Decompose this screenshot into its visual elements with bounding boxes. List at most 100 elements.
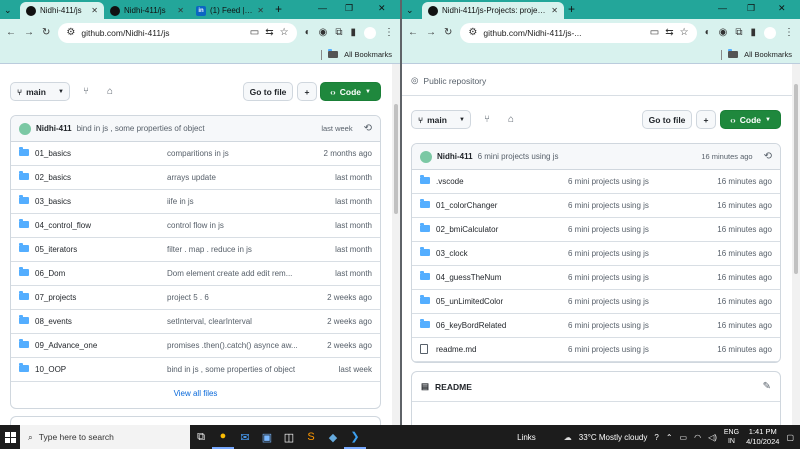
- tags-icon[interactable]: ⌂: [508, 114, 514, 125]
- clock[interactable]: 1:41 PM 4/10/2024: [746, 427, 779, 447]
- file-row[interactable]: 04_guessTheNum 6 mini projects using js 16…: [412, 266, 780, 290]
- scroll-thumb[interactable]: [394, 104, 398, 214]
- close-window-icon[interactable]: ✕: [778, 3, 786, 14]
- side-panel-icon[interactable]: ▮: [350, 27, 356, 38]
- commit-message-link[interactable]: promises .then().catch() asynce aw...: [167, 341, 302, 350]
- extension-icon-2[interactable]: ◉: [719, 27, 728, 38]
- commit-message-link[interactable]: setInterval, clearInterval: [167, 317, 302, 326]
- all-bookmarks[interactable]: All Bookmarks: [344, 50, 392, 59]
- view-all-files-link[interactable]: View all files: [11, 382, 380, 404]
- minimize-icon[interactable]: —: [718, 3, 727, 13]
- close-tab-icon[interactable]: ✕: [177, 6, 184, 15]
- file-row[interactable]: 06_keyBordRelated 6 mini projects using j…: [412, 314, 780, 338]
- bookmark-star-icon[interactable]: ☆: [280, 27, 289, 38]
- close-tab-icon[interactable]: ✕: [551, 6, 558, 15]
- links-toolbar[interactable]: Links: [517, 433, 536, 442]
- history-icon[interactable]: ⟲: [764, 151, 772, 162]
- address-bar[interactable]: ⚙ github.com/Nidhi-411/js-... ▭ ⇆ ☆: [460, 22, 697, 43]
- branches-icon[interactable]: ⑂: [484, 114, 490, 125]
- all-bookmarks[interactable]: All Bookmarks: [744, 50, 792, 59]
- close-tab-icon[interactable]: ✕: [257, 6, 264, 15]
- tab-github-js-projects[interactable]: Nidhi-411/js-Projects: projects ✕: [422, 2, 564, 19]
- extension-icon[interactable]: ◐: [705, 27, 711, 38]
- file-name-link[interactable]: 01_basics: [35, 149, 167, 158]
- file-row[interactable]: 02_bmiCalculator 6 mini projects using js…: [412, 218, 780, 242]
- mail-icon[interactable]: ✉: [234, 425, 256, 449]
- file-name-link[interactable]: 07_projects: [35, 293, 167, 302]
- file-name-link[interactable]: 08_events: [35, 317, 167, 326]
- file-name-link[interactable]: 04_guessTheNum: [436, 273, 568, 282]
- file-row[interactable]: 01_colorChanger 6 mini projects using js 1…: [412, 194, 780, 218]
- commit-message-link[interactable]: project 5 . 6: [167, 293, 302, 302]
- file-name-link[interactable]: 05_unLimitedColor: [436, 297, 568, 306]
- tab-github-js[interactable]: Nidhi-411/js ✕: [20, 2, 104, 19]
- extension-icon-2[interactable]: ◉: [319, 27, 328, 38]
- new-tab-button[interactable]: +: [275, 2, 282, 16]
- vscode-icon[interactable]: ❯: [344, 425, 366, 449]
- branch-selector[interactable]: ⑂ main ▼: [10, 82, 70, 101]
- commit-message-link[interactable]: 6 mini projects using js: [568, 201, 688, 210]
- file-name-link[interactable]: readme.md: [436, 345, 568, 354]
- file-name-link[interactable]: 03_basics: [35, 197, 167, 206]
- tags-icon[interactable]: ⌂: [107, 86, 113, 97]
- new-tab-button[interactable]: +: [568, 2, 575, 16]
- add-file-button[interactable]: +: [297, 82, 317, 101]
- file-name-link[interactable]: 09_Advance_one: [35, 341, 167, 350]
- file-row[interactable]: 10_OOP bind in js , some properties of ob…: [11, 358, 380, 382]
- site-info-icon[interactable]: ⚙: [468, 27, 477, 38]
- history-icon[interactable]: ⟲: [364, 123, 372, 134]
- file-name-link[interactable]: 01_colorChanger: [436, 201, 568, 210]
- close-window-icon[interactable]: ✕: [378, 3, 386, 14]
- back-icon[interactable]: ←: [408, 27, 418, 38]
- code-button[interactable]: ‹› Code ▼: [720, 110, 781, 129]
- commit-message-link[interactable]: 6 mini projects using js: [568, 273, 688, 282]
- scrollbar[interactable]: [392, 64, 400, 425]
- go-to-file-button[interactable]: Go to file: [243, 82, 293, 101]
- edit-pencil-icon[interactable]: ✎: [763, 381, 771, 392]
- extension-icon[interactable]: ◐: [305, 27, 311, 38]
- translate-icon[interactable]: ⇆: [265, 27, 273, 38]
- close-tab-icon[interactable]: ✕: [91, 6, 98, 15]
- file-row[interactable]: 03_basics iife in js last month: [11, 190, 380, 214]
- language-indicator[interactable]: ENG IN: [724, 428, 739, 446]
- sublime-icon[interactable]: S: [300, 425, 322, 449]
- code-button[interactable]: ‹› Code ▼: [320, 82, 381, 101]
- file-row[interactable]: 01_basics comparitions in js 2 months ago: [11, 142, 380, 166]
- app-icon[interactable]: ◫: [278, 425, 300, 449]
- forward-icon[interactable]: →: [426, 27, 436, 38]
- menu-kebab-icon[interactable]: ⋮: [784, 27, 794, 38]
- cast-icon[interactable]: ▭: [650, 27, 659, 38]
- file-name-link[interactable]: 02_basics: [35, 173, 167, 182]
- tab-search-button[interactable]: ⌄: [402, 2, 422, 19]
- file-row[interactable]: 09_Advance_one promises .then().catch() a…: [11, 334, 380, 358]
- menu-kebab-icon[interactable]: ⋮: [384, 27, 394, 38]
- file-row[interactable]: 02_basics arrays update last month: [11, 166, 380, 190]
- branches-icon[interactable]: ⑂: [83, 86, 89, 97]
- restore-icon[interactable]: ❐: [747, 3, 755, 14]
- battery-icon[interactable]: ▭: [680, 433, 688, 442]
- commit-message-link[interactable]: control flow in js: [167, 221, 302, 230]
- chrome-icon[interactable]: ●: [212, 425, 234, 449]
- file-row[interactable]: 07_projects project 5 . 6 2 weeks ago: [11, 286, 380, 310]
- notifications-icon[interactable]: ▢: [786, 433, 794, 442]
- file-row[interactable]: 04_control_flow control flow in js last mo…: [11, 214, 380, 238]
- weather-icon[interactable]: ☁: [564, 433, 572, 442]
- avatar[interactable]: [420, 150, 432, 163]
- file-name-link[interactable]: 02_bmiCalculator: [436, 225, 568, 234]
- commit-message-link[interactable]: filter . map . reduce in js: [167, 245, 302, 254]
- scrollbar[interactable]: [792, 64, 800, 425]
- task-view-icon[interactable]: ⧉: [190, 425, 212, 449]
- site-info-icon[interactable]: ⚙: [66, 27, 75, 38]
- tab-github-js-2[interactable]: Nidhi-411/js ✕: [104, 2, 190, 19]
- commit-message-link[interactable]: 6 mini projects using js: [568, 345, 688, 354]
- commit-message-link[interactable]: comparitions in js: [167, 149, 302, 158]
- file-row[interactable]: 05_iterators filter . map . reduce in js l…: [11, 238, 380, 262]
- go-to-file-button[interactable]: Go to file: [642, 110, 692, 129]
- file-row[interactable]: readme.md 6 mini projects using js 16 minu…: [412, 338, 780, 362]
- app-icon-2[interactable]: ◆: [322, 425, 344, 449]
- add-file-button[interactable]: +: [696, 110, 716, 129]
- photos-icon[interactable]: ▣: [256, 425, 278, 449]
- bookmark-star-icon[interactable]: ☆: [680, 27, 689, 38]
- taskbar-search[interactable]: ⌕ Type here to search: [20, 425, 190, 449]
- start-button[interactable]: [0, 425, 20, 449]
